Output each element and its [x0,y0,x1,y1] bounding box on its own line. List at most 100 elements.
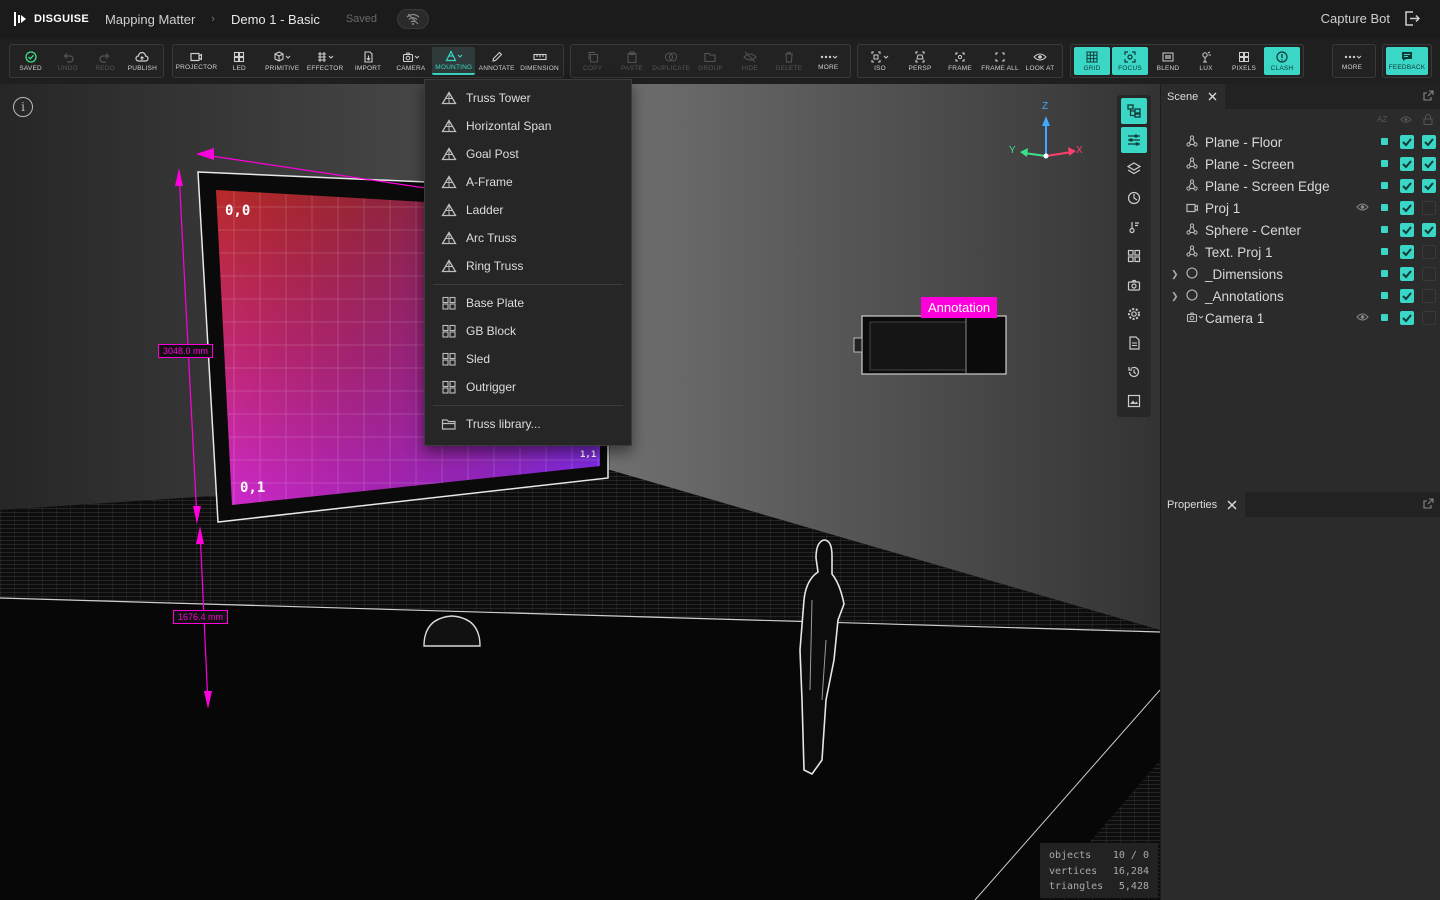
projector-button[interactable]: PROJECTOR [175,47,218,75]
dimension-label-vertical[interactable]: 3048.0 mm [158,344,214,358]
expand-chevron-icon[interactable]: ❯ [1171,269,1179,280]
edit-more-button[interactable]: MORE [809,47,848,75]
color-tag[interactable] [1381,160,1388,167]
redo-button[interactable]: REDO [87,47,124,75]
lock-checkbox[interactable] [1422,223,1436,237]
scene-tree-item[interactable]: ❯ _Dimensions [1161,263,1440,285]
eye-icon[interactable] [1356,312,1369,322]
visibility-toggle-all-icon[interactable] [1400,115,1412,124]
close-icon[interactable] [1227,500,1237,510]
menu-item-truss-tower[interactable]: Truss Tower [425,84,631,112]
visible-checkbox[interactable] [1400,179,1414,193]
annotate-button[interactable]: ANNOTATE [475,47,518,75]
frame-all-button[interactable]: FRAME ALL [980,47,1020,75]
color-tag[interactable] [1381,226,1388,233]
feedback-button[interactable]: FEEDBACK [1386,47,1428,75]
menu-item-sled[interactable]: Sled [425,345,631,373]
menu-item-ring-truss[interactable]: Ring Truss [425,252,631,280]
more-button[interactable]: MORE [1335,47,1369,75]
scene-tree-tool[interactable] [1121,98,1147,124]
properties-tab[interactable]: Properties [1161,492,1246,517]
menu-item-ladder[interactable]: Ladder [425,196,631,224]
lock-checkbox[interactable] [1422,289,1436,303]
properties-tool[interactable] [1121,127,1147,153]
settings-tool[interactable] [1121,301,1147,327]
menu-item-horizontal-span[interactable]: Horizontal Span [425,112,631,140]
document-tool[interactable] [1121,330,1147,356]
look-at-button[interactable]: LOOK AT [1020,47,1060,75]
effector-button[interactable]: EFFECTOR [304,47,347,75]
color-tag[interactable] [1381,204,1388,211]
lock-checkbox[interactable] [1422,179,1436,193]
dimension-label-floor[interactable]: 1676.4 mm [173,610,229,624]
group-button[interactable]: GROUP [691,47,730,75]
lock-checkbox[interactable] [1422,201,1436,215]
popout-icon[interactable] [1423,90,1434,101]
lock-checkbox[interactable] [1422,267,1436,281]
mounting-button[interactable]: MOUNTING [432,47,476,75]
visible-checkbox[interactable] [1400,267,1414,281]
lighting-tool[interactable] [1121,214,1147,240]
grid-button[interactable]: GRID [1074,47,1110,75]
sort-az-button[interactable]: AZ [1377,115,1387,124]
visible-checkbox[interactable] [1400,201,1414,215]
primitive-button[interactable]: PRIMITIVE [261,47,304,75]
visible-checkbox[interactable] [1400,223,1414,237]
close-icon[interactable] [1208,92,1217,101]
lock-checkbox[interactable] [1422,135,1436,149]
scene-tree-item[interactable]: Text. Proj 1 [1161,241,1440,263]
menu-item-truss-library[interactable]: Truss library... [425,410,631,438]
color-tag[interactable] [1381,248,1388,255]
user-name[interactable]: Capture Bot [1321,11,1390,26]
focus-button[interactable]: FOCUS [1112,47,1148,75]
layers-tool[interactable] [1121,156,1147,182]
scene-tab[interactable]: Scene [1161,84,1226,109]
color-tag[interactable] [1381,182,1388,189]
clash-button[interactable]: CLASH [1264,47,1300,75]
lock-checkbox[interactable] [1422,311,1436,325]
menu-item-outrigger[interactable]: Outrigger [425,373,631,401]
history-tool[interactable] [1121,359,1147,385]
expand-chevron-icon[interactable]: ❯ [1171,291,1179,302]
lock-all-icon[interactable] [1423,114,1433,125]
duplicate-button[interactable]: DUPLICATE [652,47,691,75]
hide-button[interactable]: HIDE [730,47,769,75]
undo-button[interactable]: UNDO [49,47,86,75]
frame-button[interactable]: FRAME [940,47,980,75]
scene-tree-item[interactable]: Sphere - Center [1161,219,1440,241]
offline-toggle[interactable] [397,9,430,29]
paste-button[interactable]: PASTE [612,47,651,75]
iso-button[interactable]: ISO [860,47,900,75]
timeline-tool[interactable] [1121,185,1147,211]
modules-tool[interactable] [1121,243,1147,269]
popout-icon[interactable] [1423,498,1434,509]
blend-button[interactable]: BLEND [1150,47,1186,75]
breadcrumb-project[interactable]: Mapping Matter [105,12,195,27]
scene-tree-item[interactable]: Plane - Floor [1161,131,1440,153]
brand-logo[interactable]: DISGUISE [14,12,89,26]
visible-checkbox[interactable] [1400,135,1414,149]
lock-checkbox[interactable] [1422,157,1436,171]
delete-button[interactable]: DELETE [769,47,808,75]
color-tag[interactable] [1381,270,1388,277]
import-button[interactable]: IMPORT [347,47,390,75]
pixels-button[interactable]: PIXELS [1226,47,1262,75]
render-tool[interactable] [1121,388,1147,414]
breadcrumb-scene[interactable]: Demo 1 - Basic [231,12,320,27]
scene-tree-item[interactable]: Plane - Screen [1161,153,1440,175]
persp-button[interactable]: PERSP [900,47,940,75]
visible-checkbox[interactable] [1400,311,1414,325]
annotation-label[interactable]: Annotation [921,297,998,318]
lock-checkbox[interactable] [1422,245,1436,259]
copy-button[interactable]: COPY [573,47,612,75]
publish-button[interactable]: PUBLISH [124,47,161,75]
menu-item-goal-post[interactable]: Goal Post [425,140,631,168]
menu-item-gb-block[interactable]: GB Block [425,317,631,345]
menu-item-a-frame[interactable]: A-Frame [425,168,631,196]
color-tag[interactable] [1381,292,1388,299]
camera-button[interactable]: CAMERA [389,47,432,75]
menu-item-base-plate[interactable]: Base Plate [425,289,631,317]
scene-tree-item[interactable]: Plane - Screen Edge [1161,175,1440,197]
scene-tree-item[interactable]: Camera 1 [1161,307,1440,329]
menu-item-arc-truss[interactable]: Arc Truss [425,224,631,252]
